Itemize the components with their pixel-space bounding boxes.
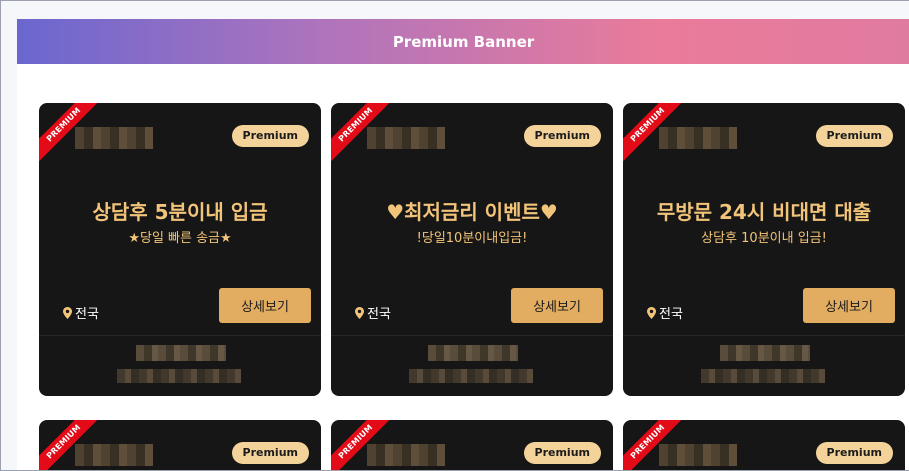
blurred-company-name <box>367 444 445 466</box>
blurred-phone-number <box>409 369 533 383</box>
listing-card[interactable]: PREMIUM Premium 상담후 5분이내 입금 ★당일 빠른 송금★ 전… <box>39 103 321 396</box>
location-label: 전국 <box>355 303 391 322</box>
blurred-company-name <box>75 444 153 466</box>
blurred-company-name <box>659 127 737 149</box>
premium-badge: Premium <box>815 125 893 147</box>
card-subline: ★당일 빠른 송금★ <box>128 231 232 246</box>
map-pin-icon <box>355 306 364 319</box>
location-label: 전국 <box>647 303 683 322</box>
listing-card[interactable]: PREMIUM Premium 무방문 24시 비대면 대출 상담후 10분이내… <box>623 103 905 396</box>
map-pin-icon <box>647 306 656 319</box>
card-divider <box>623 335 905 336</box>
blurred-contact-name <box>136 345 226 361</box>
blurred-contact-name <box>428 345 518 361</box>
premium-badge: Premium <box>523 442 601 464</box>
details-button[interactable]: 상세보기 <box>511 288 603 323</box>
card-headline: 무방문 24시 비대면 대출 <box>656 200 872 224</box>
page-frame: Premium Banner PREMIUM Premium 상담후 5분이내 … <box>0 0 909 471</box>
listing-card[interactable]: PREMIUM Premium ♥최저금리 이벤트♥ !당일10분이내입금! 전… <box>331 103 613 396</box>
card-divider <box>331 335 613 336</box>
card-subline: !당일10분이내입금! <box>416 231 528 246</box>
details-button[interactable]: 상세보기 <box>219 288 311 323</box>
blurred-company-name <box>659 444 737 466</box>
blurred-phone-number <box>701 369 825 383</box>
banner-title: Premium Banner <box>392 32 535 51</box>
listing-card[interactable]: PREMIUM Premium <box>331 420 613 470</box>
card-divider <box>39 335 321 336</box>
banner-header: Premium Banner <box>17 19 909 64</box>
details-button[interactable]: 상세보기 <box>803 288 895 323</box>
listing-card[interactable]: PREMIUM Premium <box>623 420 905 470</box>
location-text: 전국 <box>367 307 391 322</box>
blurred-company-name <box>75 127 153 149</box>
location-text: 전국 <box>659 307 683 322</box>
location-text: 전국 <box>75 307 99 322</box>
premium-badge: Premium <box>523 125 601 147</box>
premium-badge: Premium <box>815 442 893 464</box>
blurred-phone-number <box>117 369 241 383</box>
map-pin-icon <box>63 306 72 319</box>
blurred-company-name <box>367 127 445 149</box>
listing-card[interactable]: PREMIUM Premium <box>39 420 321 470</box>
blurred-contact-name <box>720 345 810 361</box>
premium-badge: Premium <box>231 125 309 147</box>
location-label: 전국 <box>63 303 99 322</box>
card-headline: 상담후 5분이내 입금 <box>92 200 268 224</box>
card-headline: ♥최저금리 이벤트♥ <box>386 200 558 224</box>
card-subline: 상담후 10분이내 입금! <box>701 231 827 246</box>
premium-badge: Premium <box>231 442 309 464</box>
